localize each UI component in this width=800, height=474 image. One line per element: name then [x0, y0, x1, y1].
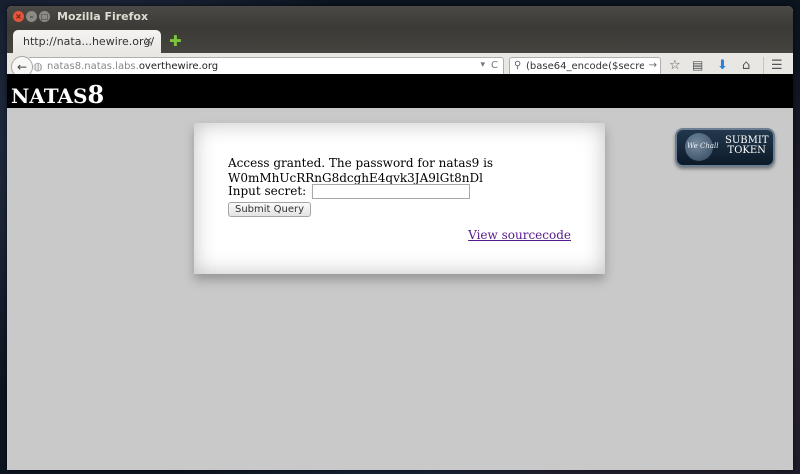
content-panel: Access granted. The password for natas9 … [194, 123, 605, 274]
site-title-prefix: NATAS [11, 84, 88, 108]
chevron-down-icon[interactable]: ▾ [480, 60, 485, 70]
home-icon[interactable]: ⌂ [742, 58, 750, 73]
window-title: Mozilla Firefox [57, 10, 149, 23]
wechall-logo-text: We Chall [687, 142, 719, 150]
url-prefix: natas8.natas.labs. [47, 61, 139, 72]
download-icon[interactable]: ⬇ [717, 58, 728, 73]
access-message: Access granted. The password for natas9 … [228, 156, 493, 186]
access-message-line1: Access granted. The password for natas9 … [228, 156, 494, 170]
search-text: (base64_encode($secret))) [526, 61, 644, 72]
search-icon: ⚲ [514, 60, 522, 71]
secret-input[interactable] [312, 184, 471, 199]
submit-token-label: SUBMIT TOKEN [725, 136, 769, 156]
input-secret-label: Input secret: [228, 184, 307, 198]
tab-bar: http://nata...hewire.org/ × ✚ [7, 28, 793, 53]
url-host: overthewire.org [138, 61, 219, 72]
clipboard-icon[interactable]: ▤ [692, 58, 703, 72]
reload-icon[interactable]: C [491, 60, 498, 71]
submit-token-button[interactable]: We Chall SUBMIT TOKEN [675, 128, 775, 167]
view-sourcecode-link[interactable]: View sourcecode [468, 228, 571, 242]
submit-token-line2: TOKEN [727, 145, 766, 156]
window-close-button[interactable]: × [13, 11, 24, 22]
submit-query-button[interactable]: Submit Query [228, 202, 312, 217]
site-header: NATAS8 [7, 74, 793, 109]
site-title-number: 8 [87, 80, 105, 109]
tab-active[interactable]: http://nata...hewire.org/ × [13, 30, 161, 53]
new-tab-icon[interactable]: ✚ [169, 32, 182, 50]
tab-label: http://nata...hewire.org/ [23, 35, 155, 48]
site-title: NATAS8 [11, 80, 104, 109]
search-go-icon[interactable]: → [649, 60, 657, 71]
globe-icon: ◍ [33, 60, 43, 73]
window-minimize-button[interactable]: – [26, 11, 37, 22]
browser-window: × – □ Mozilla Firefox http://nata...hewi… [7, 6, 793, 470]
menu-icon[interactable]: ☰ [771, 58, 783, 73]
star-icon[interactable]: ☆ [669, 58, 681, 73]
secret-form: Input secret: [228, 184, 471, 199]
url-text: natas8.natas.labs.overthewire.org [47, 61, 218, 72]
window-maximize-button[interactable]: □ [39, 11, 50, 22]
toolbar-separator [763, 57, 764, 75]
title-bar: × – □ Mozilla Firefox [7, 6, 793, 28]
tab-close-icon[interactable]: × [144, 34, 153, 47]
